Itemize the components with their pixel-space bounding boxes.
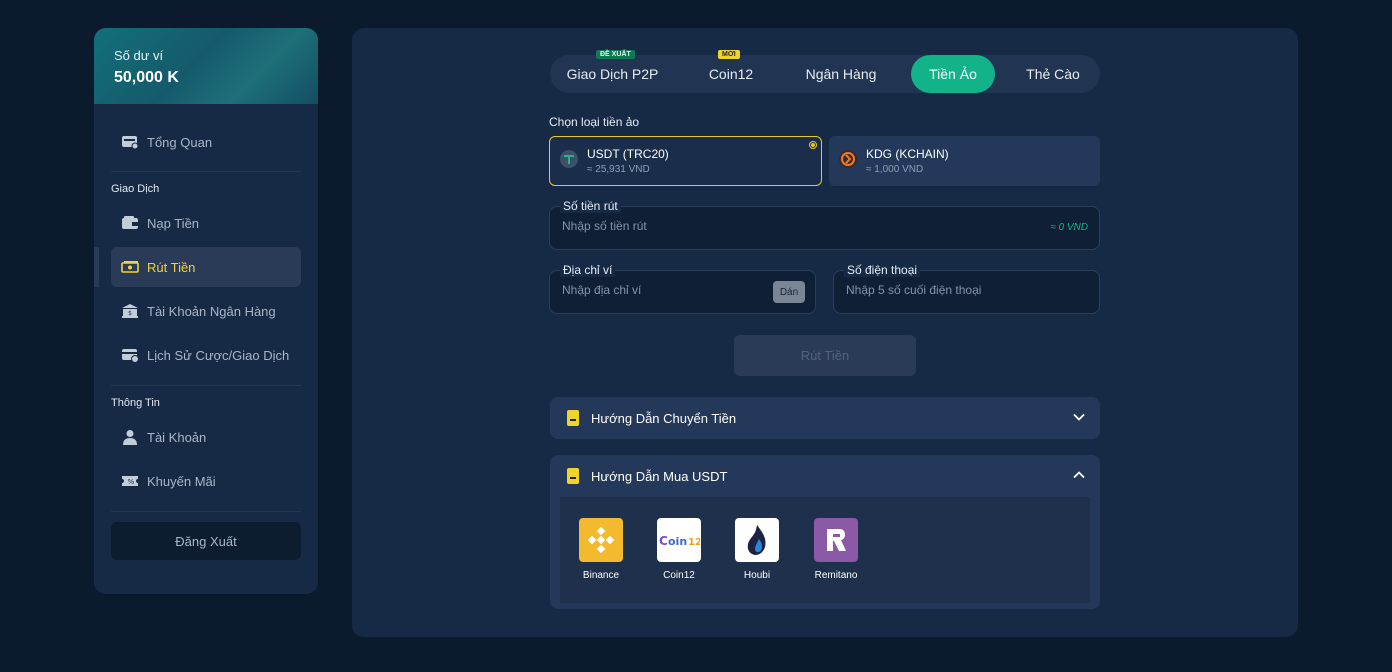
recommended-badge: ĐỀ XUẤT — [596, 50, 635, 59]
huobi-logo-icon — [735, 518, 779, 562]
balance-value: 50,000 K — [114, 69, 179, 86]
section-label-info: Thông Tin — [111, 397, 160, 409]
sidebar-item-deposit[interactable]: Nạp Tiền — [111, 203, 301, 243]
user-icon — [121, 429, 139, 445]
exchange-houbi[interactable]: Houbi — [727, 518, 787, 581]
logout-button[interactable]: Đăng Xuất — [111, 522, 301, 560]
tab-crypto[interactable]: Tiền Ảo — [911, 55, 995, 93]
chevron-up-icon[interactable] — [1072, 468, 1086, 482]
chevron-down-icon[interactable] — [1072, 410, 1086, 424]
binance-logo-icon — [579, 518, 623, 562]
coin-option-usdt[interactable]: USDT (TRC20) ≈ 25,931 VND — [549, 136, 822, 186]
coupon-icon: % — [121, 473, 139, 489]
document-icon — [567, 468, 579, 484]
svg-text:12: 12 — [688, 537, 700, 548]
sidebar-item-label: Nạp Tiền — [147, 215, 200, 231]
exchange-list: Binance Coin 12 Coin12 Houbi Remitano — [560, 497, 1090, 603]
withdraw-submit-button[interactable]: Rút Tiền — [734, 335, 916, 376]
new-badge: MỚI — [718, 50, 740, 59]
tether-icon — [559, 149, 579, 174]
sidebar-item-label: Tài Khoản — [147, 429, 207, 445]
wallet-balance-card: Số dư ví 50,000 K — [94, 28, 318, 104]
exchange-name: Houbi — [743, 570, 771, 581]
divider — [111, 171, 301, 172]
withdraw-panel: Giao Dịch P2P ĐỀ XUẤT Coin12 MỚI Ngân Hà… — [352, 28, 1298, 637]
phone-field: Số điện thoại — [833, 263, 1100, 314]
divider — [111, 385, 301, 386]
amount-field: Số tiền rút ≈ 0 VND — [549, 199, 1100, 250]
amount-input[interactable] — [562, 219, 947, 233]
sidebar-item-account[interactable]: Tài Khoản — [111, 417, 301, 457]
svg-text:C: C — [659, 534, 668, 548]
balance-label: Số dư ví — [114, 48, 164, 63]
payment-method-tabs: Giao Dịch P2P ĐỀ XUẤT Coin12 MỚI Ngân Hà… — [550, 50, 1100, 93]
accordion-header[interactable]: Hướng Dẫn Mua USDT — [550, 455, 1100, 497]
accordion-title: Hướng Dẫn Mua USDT — [591, 468, 728, 484]
tab-label: Coin12 — [708, 66, 754, 82]
accordion-title: Hướng Dẫn Chuyển Tiền — [591, 410, 737, 426]
coin-rate: ≈ 25,931 VND — [587, 164, 650, 175]
exchange-binance[interactable]: Binance — [571, 518, 631, 581]
exchange-name: Binance — [582, 570, 620, 581]
tab-label: Giao Dịch P2P — [566, 66, 659, 82]
wallet-icon — [121, 215, 139, 231]
sidebar-item-overview[interactable]: Tổng Quan — [111, 122, 301, 162]
buy-usdt-guide-accordion[interactable]: Hướng Dẫn Mua USDT Binance Coin 12 Coin12 — [550, 455, 1100, 609]
kdg-icon — [838, 149, 858, 174]
tab-scratch-card[interactable]: Thẻ Cào — [1010, 55, 1096, 93]
coin-option-kdg[interactable]: KDG (KCHAIN) ≈ 1,000 VND — [829, 136, 1100, 186]
sidebar-item-promotion[interactable]: % Khuyến Mãi — [111, 461, 301, 501]
sidebar-item-label: Tài Khoản Ngân Hàng — [147, 303, 276, 319]
sidebar-item-label: Tổng Quan — [147, 134, 213, 150]
selected-radio-icon — [809, 141, 817, 149]
tab-bank[interactable]: Ngân Hàng — [790, 55, 892, 93]
accordion-header[interactable]: Hướng Dẫn Chuyển Tiền — [550, 397, 1100, 439]
amount-label: Số tiền rút — [560, 199, 621, 213]
card-history-icon — [121, 347, 139, 363]
sidebar: Số dư ví 50,000 K Tổng Quan Giao Dịch Nạ… — [94, 28, 318, 594]
svg-text:%: % — [128, 478, 135, 486]
bank-icon: $ — [121, 303, 139, 319]
amount-approx-value: ≈ 0 VND — [1050, 222, 1088, 233]
sidebar-item-bank-account[interactable]: $ Tài Khoản Ngân Hàng — [111, 291, 301, 331]
transfer-guide-accordion[interactable]: Hướng Dẫn Chuyển Tiền — [550, 397, 1100, 439]
exchange-coin12[interactable]: Coin 12 Coin12 — [649, 518, 709, 581]
paste-button[interactable]: Dán — [773, 281, 805, 303]
svg-text:$: $ — [128, 310, 132, 317]
wallet-address-label: Địa chỉ ví — [560, 263, 616, 277]
dashboard-icon — [121, 134, 139, 150]
exchange-remitano[interactable]: Remitano — [806, 518, 866, 581]
coin-name: KDG (KCHAIN) — [866, 147, 949, 161]
exchange-name: Coin12 — [663, 570, 695, 581]
choose-crypto-label: Chọn loại tiền ảo — [549, 115, 640, 129]
divider — [111, 511, 301, 512]
svg-text:oin: oin — [668, 535, 687, 548]
phone-label: Số điện thoại — [844, 263, 921, 277]
sidebar-item-label: Lịch Sử Cược/Giao Dịch — [147, 347, 290, 363]
tab-p2p[interactable]: Giao Dịch P2P ĐỀ XUẤT — [554, 50, 671, 93]
phone-input[interactable] — [846, 283, 1085, 297]
exchange-name: Remitano — [814, 570, 858, 581]
coin12-logo-icon: Coin 12 — [657, 518, 701, 562]
active-indicator — [94, 247, 99, 287]
remitano-logo-icon — [814, 518, 858, 562]
sidebar-item-label: Rút Tiền — [147, 259, 196, 275]
section-label-transactions: Giao Dịch — [111, 183, 160, 195]
sidebar-item-label: Khuyến Mãi — [147, 473, 216, 489]
money-icon — [121, 259, 139, 275]
wallet-address-input[interactable] — [562, 283, 748, 297]
tab-coin12[interactable]: Coin12 MỚI — [680, 50, 782, 93]
sidebar-item-withdraw[interactable]: Rút Tiền — [111, 247, 301, 287]
coin-rate: ≈ 1,000 VND — [866, 164, 924, 175]
sidebar-item-history[interactable]: Lịch Sử Cược/Giao Dịch — [111, 335, 301, 375]
coin-name: USDT (TRC20) — [587, 147, 669, 161]
document-icon — [567, 410, 579, 426]
wallet-address-field: Địa chỉ ví Dán — [549, 263, 816, 314]
